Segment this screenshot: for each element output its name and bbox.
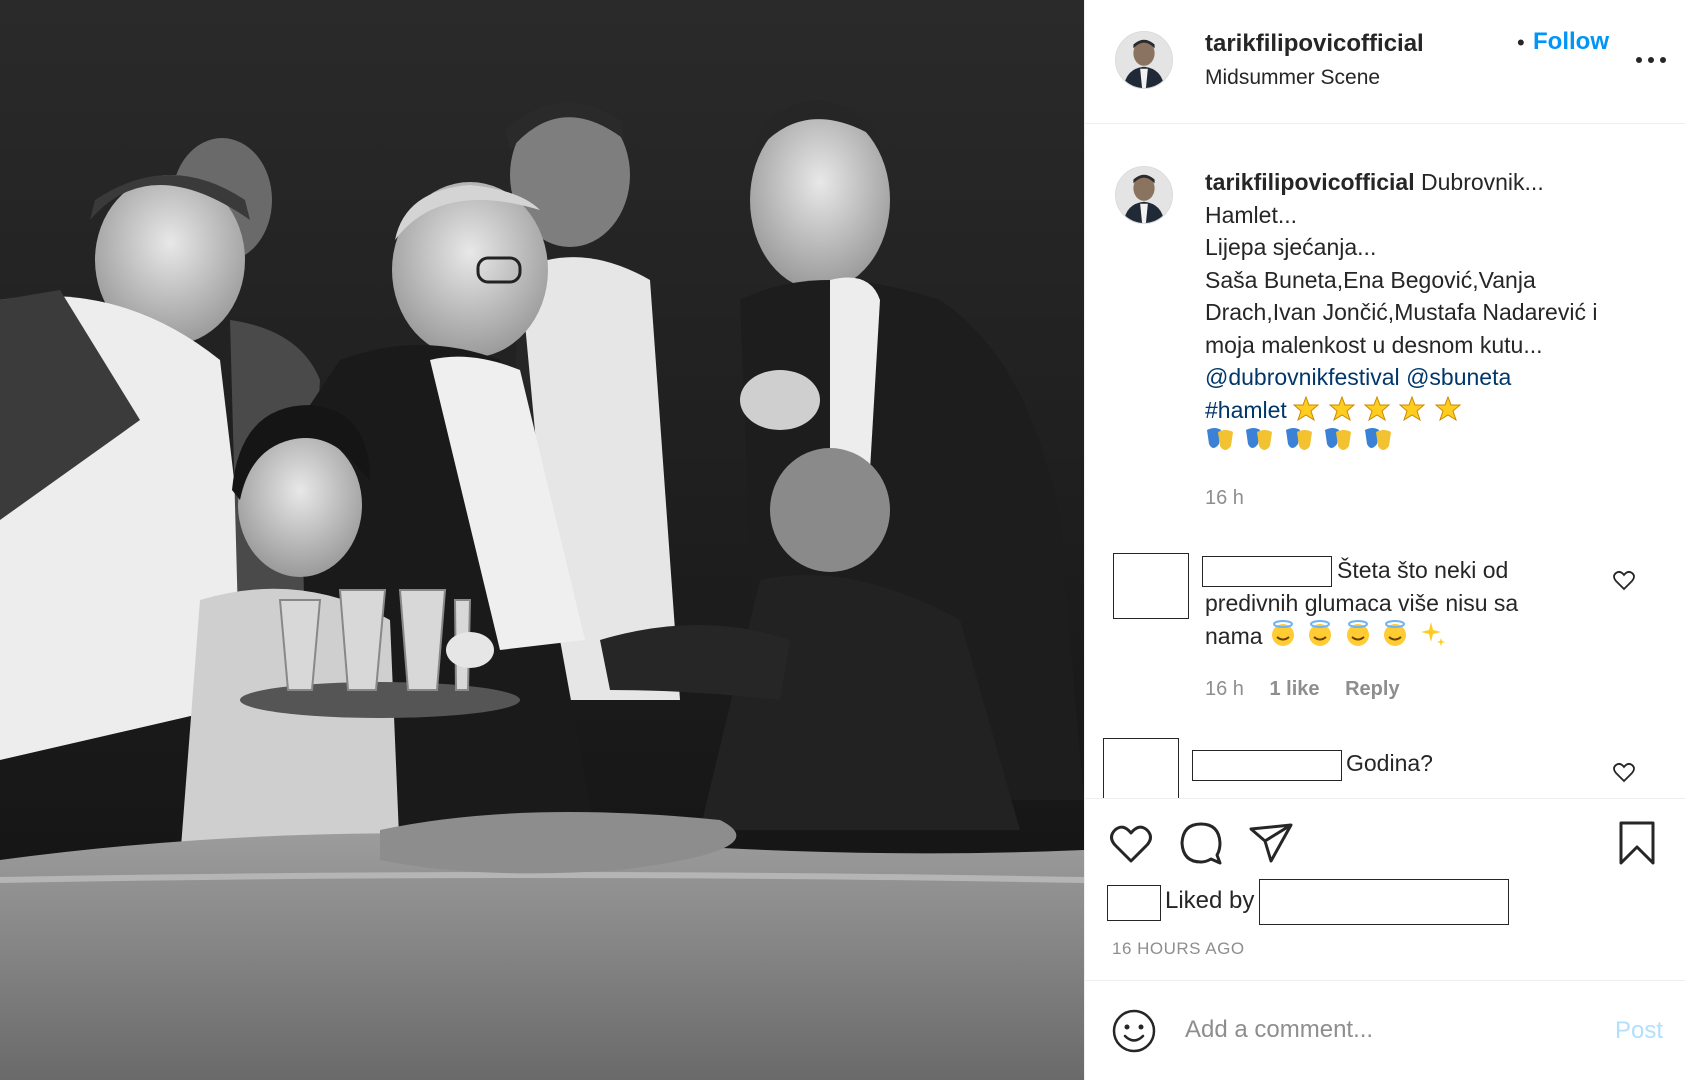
redacted-commenter-username[interactable] [1192,750,1342,781]
star-emoji [1328,395,1355,421]
redacted-commenter-avatar[interactable] [1113,553,1189,619]
like-comment-heart-icon[interactable] [1612,568,1636,592]
caption-line: moja malenkost u desnom kutu... [1205,331,1543,358]
liked-by-label: Liked by [1165,887,1255,914]
comment-likes[interactable]: 1 like [1270,678,1320,700]
post-side-panel: tarikfilipovicofficial • Follow Midsumme… [1084,0,1685,1080]
star-emoji [1364,395,1390,421]
caption-username[interactable]: tarikfilipovicofficial [1205,169,1415,195]
caption-author-avatar[interactable] [1115,166,1173,224]
caption-line: Drach,Ivan Jončić,Mustafa Nadarević i [1205,299,1598,325]
add-comment-bar: Post [1085,980,1685,1080]
theatre-masks-emoji [1364,428,1391,450]
caption-time[interactable]: 16 h [1205,487,1244,510]
angel-face-emoji [1384,620,1407,646]
hashtag-link[interactable]: #hamlet [1205,397,1287,423]
post-comment-button[interactable]: Post [1615,1017,1663,1045]
instagram-post-view: tarikfilipovicofficial • Follow Midsumme… [0,0,1685,1080]
theatre-masks-emoji [1207,428,1233,450]
more-icon[interactable] [1633,50,1669,70]
comment-time[interactable]: 16 h [1205,678,1244,700]
mention-link[interactable]: @dubrovnikfestival [1205,364,1400,390]
comment-text: Šteta što neki od [1337,557,1509,583]
author-avatar[interactable] [1115,31,1173,89]
header-separator: • [1517,30,1525,55]
comment-text-last-line: nama [1205,620,1450,653]
author-username[interactable]: tarikfilipovicofficial [1205,30,1424,58]
theatre-masks-emoji [1246,428,1273,450]
comment-input[interactable] [1185,1007,1585,1053]
comment-meta: 16 h 1 like Reply [1205,678,1420,701]
caption-line: Lijepa sjećanja... [1205,234,1377,260]
post-header: tarikfilipovicofficial • Follow Midsumme… [1085,0,1685,124]
comment-text: predivnih glumaca više nisu sa [1205,590,1519,616]
bookmark-icon[interactable] [1613,819,1661,867]
star-emoji [1293,395,1320,421]
comment-icon[interactable] [1177,819,1225,867]
share-icon[interactable] [1247,819,1295,867]
theatre-masks-emoji [1325,428,1352,450]
caption-line: Hamlet... [1205,201,1298,228]
angel-face-emoji [1271,620,1294,646]
post-location[interactable]: Midsummer Scene [1205,66,1380,90]
redacted-liker-name[interactable] [1259,879,1509,925]
angel-face-emoji [1346,620,1369,646]
smile-icon[interactable] [1111,1008,1157,1054]
redacted-commenter-username[interactable] [1202,556,1332,587]
post-photo[interactable] [0,0,1084,1080]
redacted-liker-avatar[interactable] [1107,885,1161,921]
star-emoji [1399,395,1426,421]
caption-line: Dubrovnik... [1421,169,1544,195]
black-and-white-theatre-photo [0,0,1084,1080]
reply-button[interactable]: Reply [1345,678,1399,700]
theatre-masks-emoji [1285,428,1312,450]
redacted-commenter-avatar[interactable] [1103,738,1179,802]
follow-button[interactable]: Follow [1533,28,1609,56]
angel-face-emoji [1309,620,1332,646]
comment-text: Godina? [1346,750,1433,776]
sparkles-emoji [1420,622,1445,646]
like-comment-heart-icon[interactable] [1612,760,1636,784]
mention-link[interactable]: @sbuneta [1406,364,1511,390]
post-caption: tarikfilipovicofficial Dubrovnik... Haml… [1205,166,1645,459]
comment-text: nama [1205,623,1263,649]
post-actions: Liked by 16 HOURS AGO [1085,798,1685,980]
heart-icon[interactable] [1107,819,1155,867]
star-emoji [1434,395,1461,421]
post-time-ago[interactable]: 16 HOURS AGO [1112,939,1245,959]
caption-line: Saša Buneta,Ena Begović,Vanja [1205,266,1536,293]
